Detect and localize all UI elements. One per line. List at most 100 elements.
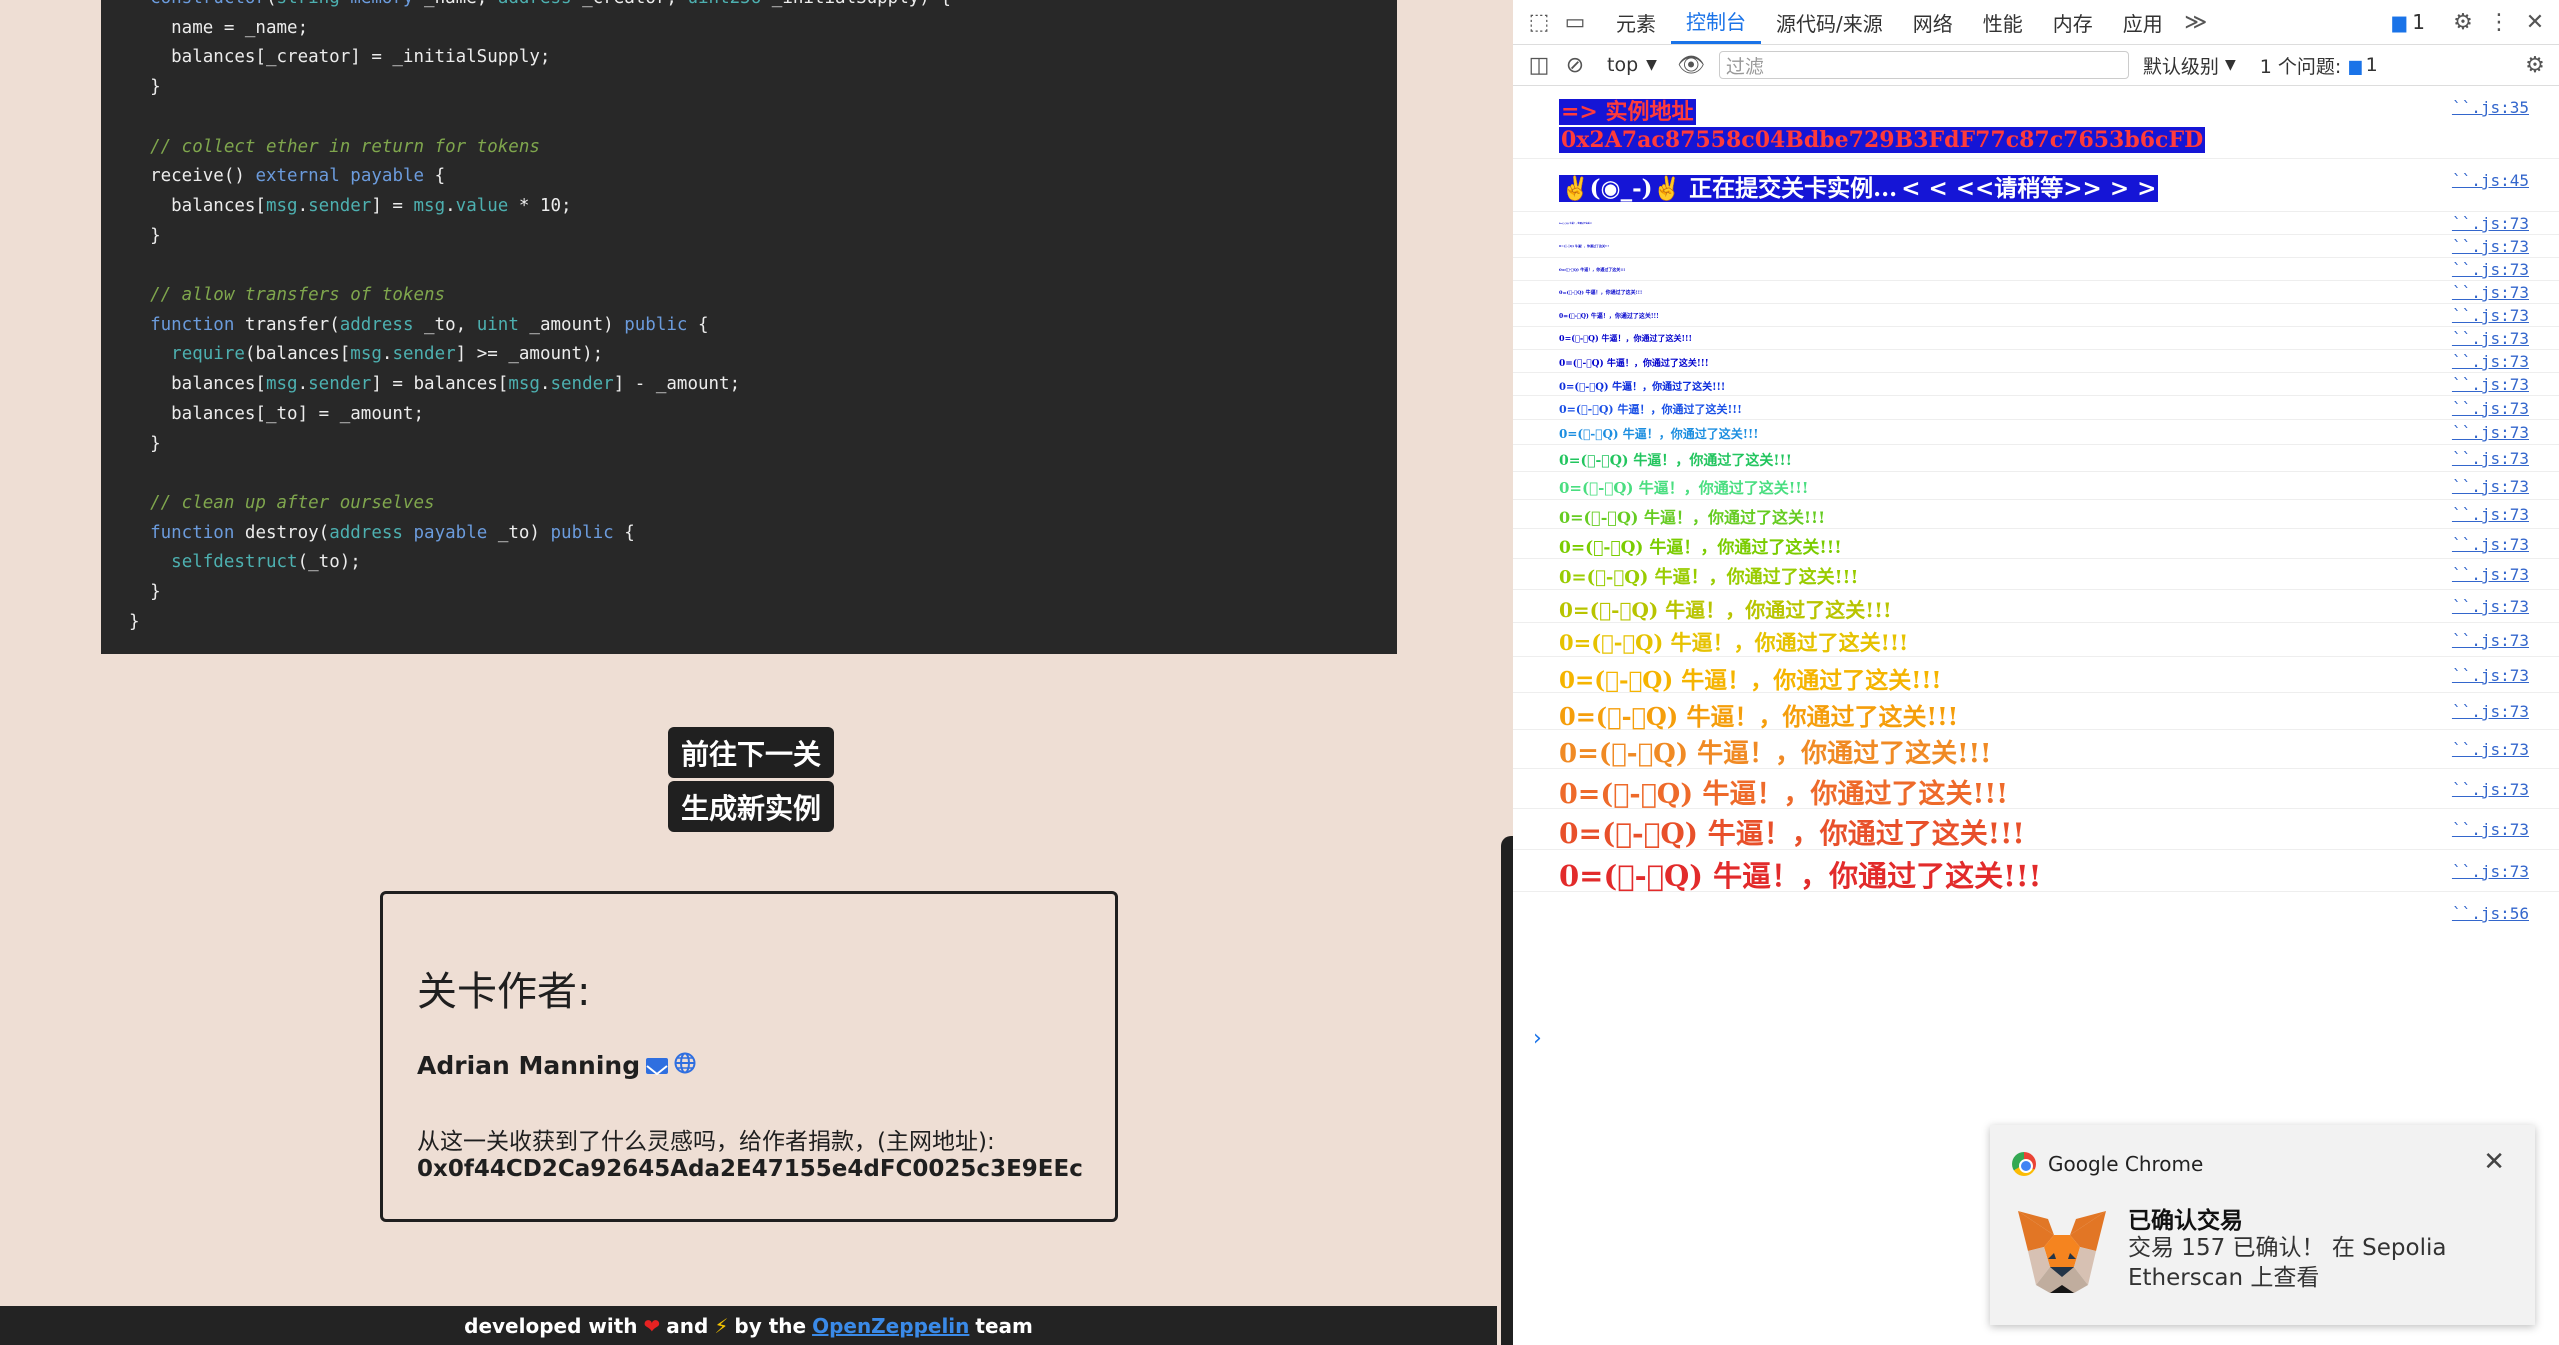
log-success-list: 0=(ﾟ-ﾟQ) 牛逼！，你通过了这关!!! ``.js:73 0=(ﾟ-ﾟQ) 牛…	[1513, 212, 2559, 893]
clear-console-icon[interactable]: ⊘	[1557, 47, 1593, 83]
tab-0[interactable]: 元素	[1601, 0, 1671, 44]
log-instance-address: => 实例地址 0x2A7ac87558c04Bdbe729B3FdF77c87…	[1513, 86, 2559, 159]
chrome-logo-icon	[2012, 1152, 2036, 1176]
log-source-link[interactable]: ``.js:73	[2452, 702, 2529, 721]
log-source-link[interactable]: ``.js:73	[2452, 399, 2529, 418]
openzeppelin-link[interactable]: OpenZeppelin	[812, 1314, 969, 1338]
log-final: ``.js:56	[1513, 892, 2559, 928]
issues-counter[interactable]: ▆ 1	[2392, 10, 2425, 34]
scrollbar[interactable]	[1501, 836, 1513, 1345]
log-source-link[interactable]: ``.js:73	[2452, 329, 2529, 348]
code-token: balances[	[129, 374, 266, 395]
log-source-link[interactable]: ``.js:73	[2452, 862, 2529, 881]
sidebar-toggle-icon[interactable]: ◫	[1521, 47, 1557, 83]
log-success-text: 0=(ﾟ-ﾟQ) 牛逼！，你通过了这关!!!	[1559, 817, 2025, 851]
log-source-link[interactable]: ``.js:73	[2452, 597, 2529, 616]
inspect-element-icon[interactable]: ⬚	[1521, 4, 1557, 40]
code-token: receive	[150, 166, 224, 187]
log-source-link[interactable]: ``.js:73	[2452, 565, 2529, 584]
eye-icon[interactable]: 👁	[1673, 47, 1709, 83]
log-success-text: 0=(ﾟ-ﾟQ) 牛逼！，你通过了这关!!!	[1559, 478, 1809, 497]
log-source-link[interactable]: ``.js:35	[2452, 98, 2529, 117]
notification-app: Google Chrome	[2048, 1152, 2204, 1176]
log-source-link[interactable]: ``.js:73	[2452, 306, 2529, 325]
log-instance-line2: 0x2A7ac87558c04Bdbe729B3FdF77c87c7653b6c…	[1559, 127, 2206, 153]
console-settings-icon[interactable]: ⚙	[2517, 47, 2553, 83]
log-source-link[interactable]: ``.js:56	[2452, 904, 2529, 923]
console-prompt-icon[interactable]: ›	[1533, 1026, 1542, 1051]
context-select[interactable]: top ▼	[1607, 54, 1657, 76]
next-level-button[interactable]: 前往下一关	[668, 727, 834, 778]
globe-icon[interactable]	[674, 1051, 696, 1080]
donate-address: 0x0f44CD2Ca92645Ada2E47155e4dFC0025c3E9E…	[417, 1156, 1083, 1182]
code-token: (_to);	[297, 552, 361, 573]
log-source-link[interactable]: ``.js:73	[2452, 237, 2529, 256]
log-source-link[interactable]: ``.js:73	[2452, 666, 2529, 685]
log-success-row: 0=(ﾟ-ﾟQ) 牛逼！，你通过了这关!!! ``.js:73	[1513, 472, 2559, 500]
log-success-row: 0=(ﾟ-ﾟQ) 牛逼！，你通过了这关!!! ``.js:73	[1513, 623, 2559, 657]
tab-2[interactable]: 源代码/来源	[1761, 0, 1898, 44]
log-source-link[interactable]: ``.js:73	[2452, 260, 2529, 279]
log-source-link[interactable]: ``.js:73	[2452, 214, 2529, 233]
log-waiting-main: ✌(◉_-)✌ 正在提交关卡实例...	[1559, 175, 1900, 202]
log-success-row: 0=(ﾟ-ﾟQ) 牛逼！，你通过了这关!!! ``.js:73	[1513, 500, 2559, 529]
close-icon[interactable]: ✕	[2483, 1147, 2505, 1177]
chrome-notification[interactable]: Google Chrome ✕ 已确认交易 交易 157 已确认！ 在 Sepo…	[1990, 1125, 2535, 1325]
log-source-link[interactable]: ``.js:73	[2452, 780, 2529, 799]
footer-team: team	[975, 1313, 1033, 1338]
device-toolbar-icon[interactable]: ▭	[1557, 4, 1593, 40]
more-tabs-icon[interactable]: ≫	[2178, 4, 2214, 40]
code-token: function	[150, 522, 235, 543]
tab-3[interactable]: 网络	[1898, 0, 1968, 44]
log-source-link[interactable]: ``.js:73	[2452, 423, 2529, 442]
issues-link[interactable]: ▆ 1	[2349, 54, 2377, 76]
log-source-link[interactable]: ``.js:73	[2452, 631, 2529, 650]
author-name: Adrian Manning	[417, 1051, 641, 1080]
filter-placeholder: 过滤	[1725, 55, 1764, 78]
code-line: // clean up after ourselves	[129, 489, 1397, 519]
code-token: external	[255, 166, 340, 187]
tab-5[interactable]: 内存	[2038, 0, 2108, 44]
filter-input[interactable]: 过滤	[1718, 51, 2129, 79]
log-levels-select[interactable]: 默认级别 ▼	[2143, 52, 2236, 79]
log-source-link[interactable]: ``.js:73	[2452, 535, 2529, 554]
log-levels-value: 默认级别	[2142, 55, 2219, 78]
code-line: receive() external payable {	[129, 162, 1397, 192]
tab-1[interactable]: 控制台	[1671, 0, 1761, 44]
log-source-link[interactable]: ``.js:73	[2452, 820, 2529, 839]
code-token: // clean up after ourselves	[129, 492, 435, 513]
log-source-link[interactable]: ``.js:73	[2452, 505, 2529, 524]
log-source-link[interactable]: ``.js:73	[2452, 283, 2529, 302]
settings-gear-icon[interactable]: ⚙	[2445, 4, 2481, 40]
code-token: value	[455, 195, 509, 216]
log-source-link[interactable]: ``.js:45	[2452, 171, 2529, 190]
pane-divider[interactable]	[1497, 0, 1513, 1345]
code-token: balances[_to] = _amount;	[129, 403, 425, 424]
code-line: }	[129, 73, 1397, 103]
log-source-link[interactable]: ``.js:73	[2452, 375, 2529, 394]
log-success-text: 0=(ﾟ-ﾟQ) 牛逼！，你通过了这关!!!	[1559, 244, 1609, 249]
code-token: balances[_creator] = _initialSupply;	[129, 47, 551, 68]
message-icon: ▆	[2349, 55, 2362, 75]
code-token: public	[550, 522, 614, 543]
footer: developed with ❤ and ⚡ by the OpenZeppel…	[0, 1306, 1497, 1345]
code-block: constructor(string memory _name, address…	[101, 0, 1397, 654]
tab-6[interactable]: 应用	[2108, 0, 2178, 44]
email-icon[interactable]	[646, 1057, 669, 1075]
log-success-text: 0=(ﾟ-ﾟQ) 牛逼！，你通过了这关!!!	[1559, 313, 1659, 321]
close-icon[interactable]: ✕	[2517, 4, 2553, 40]
log-source-link[interactable]: ``.js:73	[2452, 477, 2529, 496]
log-success-text: 0=(ﾟ-ﾟQ) 牛逼！，你通过了这关!!!	[1559, 333, 1693, 344]
new-instance-button[interactable]: 生成新实例	[668, 781, 834, 832]
tab-4[interactable]: 性能	[1968, 0, 2038, 44]
kebab-menu-icon[interactable]: ⋮	[2481, 4, 2517, 40]
log-source-link[interactable]: ``.js:73	[2452, 449, 2529, 468]
log-source-link[interactable]: ``.js:73	[2452, 740, 2529, 759]
code-line: function transfer(address _to, uint _amo…	[129, 311, 1397, 341]
code-token: ] =	[371, 195, 414, 216]
log-source-link[interactable]: ``.js:73	[2452, 352, 2529, 371]
page-content: constructor(string memory _name, address…	[0, 0, 1497, 1345]
